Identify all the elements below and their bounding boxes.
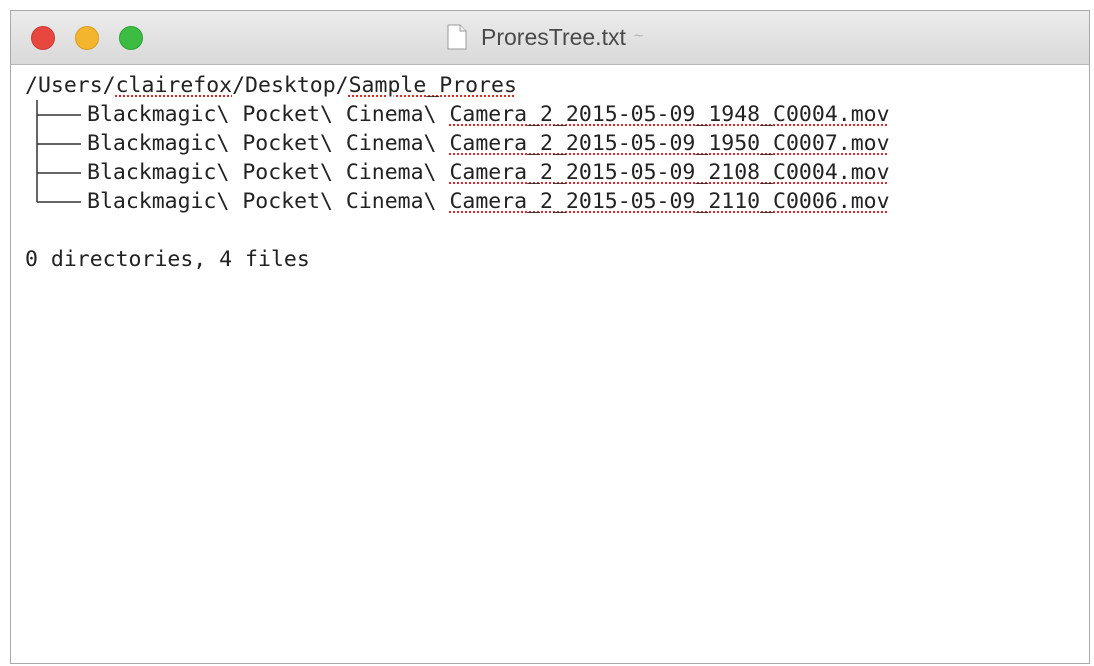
tree-last-branch-icon xyxy=(25,187,87,216)
file-name: Camera_2_2015-05-09_1948_C0004.mov xyxy=(449,102,890,127)
file-name: Camera_2_2015-05-09_2108_C0004.mov xyxy=(449,160,890,185)
file-prefix: Blackmagic\ Pocket\ Cinema\ xyxy=(87,102,450,127)
path-line: /Users/clairefox/Desktop/Sample_Prores xyxy=(25,71,1089,100)
tree-row: Blackmagic\ Pocket\ Cinema\ Camera_2_201… xyxy=(25,187,1089,216)
tree-branch-icon xyxy=(25,158,87,187)
tree-branch-icon xyxy=(25,129,87,158)
close-button[interactable] xyxy=(31,26,55,50)
file-prefix: Blackmagic\ Pocket\ Cinema\ xyxy=(87,189,450,214)
file-name: Camera_2_2015-05-09_1950_C0007.mov xyxy=(449,131,890,156)
window-title: ProresTree.txt xyxy=(481,23,626,50)
title-bar[interactable]: ProresTree.txt ~ xyxy=(11,11,1089,65)
tree-row: Blackmagic\ Pocket\ Cinema\ Camera_2_201… xyxy=(25,100,1089,129)
file-prefix: Blackmagic\ Pocket\ Cinema\ xyxy=(87,131,450,156)
path-middle: /Desktop/ xyxy=(232,73,349,98)
window-title-group: ProresTree.txt ~ xyxy=(447,21,643,53)
file-name: Camera_2_2015-05-09_2110_C0006.mov xyxy=(449,189,890,214)
summary-line: 0 directories, 4 files xyxy=(25,247,310,272)
minimize-button[interactable] xyxy=(75,26,99,50)
path-prefix: /Users/ xyxy=(25,73,116,98)
text-editor-window: ProresTree.txt ~ /Users/clairefox/Deskto… xyxy=(10,10,1090,664)
tree-branch-icon xyxy=(25,100,87,129)
tree-row: Blackmagic\ Pocket\ Cinema\ Camera_2_201… xyxy=(25,129,1089,158)
path-folder: Sample_Prores xyxy=(348,73,517,98)
text-content[interactable]: /Users/clairefox/Desktop/Sample_Prores B… xyxy=(11,65,1089,663)
path-user: clairefox xyxy=(115,73,233,98)
title-chevron-icon[interactable]: ~ xyxy=(634,28,643,46)
zoom-button[interactable] xyxy=(119,26,143,50)
document-icon xyxy=(447,24,467,50)
tree-row: Blackmagic\ Pocket\ Cinema\ Camera_2_201… xyxy=(25,158,1089,187)
file-prefix: Blackmagic\ Pocket\ Cinema\ xyxy=(87,160,450,185)
